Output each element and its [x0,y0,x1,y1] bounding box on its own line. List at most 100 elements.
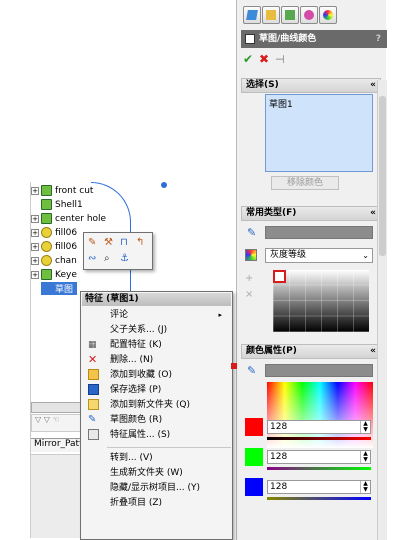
menu-item-delete[interactable]: ✕ 删除... (N) [81,354,232,366]
help-icon[interactable]: ? [376,30,381,48]
value-text: 128 [270,452,288,462]
anchor-icon[interactable]: ⚓ [120,253,129,264]
menu-item-label: 添加到新文件夹 (Q) [110,400,190,410]
expand-icon[interactable]: + [31,270,39,279]
fillet-icon [41,227,52,238]
menu-item-label: 配置特征 (K) [110,340,162,350]
tree-filter-bar[interactable]: ▽ ▽ ☜ [31,414,83,432]
scrollbar-thumb[interactable] [379,96,386,256]
menu-item-add-favorite[interactable]: 添加到收藏 (O) [81,369,232,381]
selected-swatch[interactable] [273,270,286,283]
menu-item-create-folder[interactable]: 生成新文件夹 (W) [81,467,232,479]
tree-item[interactable]: + center hole [31,212,106,225]
collapse-icon[interactable]: « [370,79,376,92]
green-value-field[interactable]: 128 ▲ ▼ [267,450,371,464]
properties-icon [88,429,99,440]
menu-item-save-selection[interactable]: 保存选择 (P) [81,384,232,396]
menu-item-parent-child[interactable]: 父子关系... (J) [81,324,232,336]
selection-header[interactable]: 选择(S) « [241,78,381,93]
blue-value-field[interactable]: 128 ▲ ▼ [267,480,371,494]
panel-scrollbar[interactable] [377,80,387,540]
chevron-down-icon[interactable]: ⌄ [362,249,369,262]
palette-icon[interactable] [245,249,257,261]
normal-to-icon[interactable]: ⊓ [120,237,128,248]
save-selection-icon [88,384,99,395]
tree-item[interactable]: Shell1 [41,198,83,211]
feature-manager-tab[interactable] [243,6,261,24]
tree-item-label: fill06 [55,241,78,252]
submenu-arrow-icon: ▸ [218,311,222,319]
expand-icon[interactable]: + [31,186,39,195]
grayscale-swatches[interactable] [273,270,369,332]
folder-icon [88,399,99,410]
fillet-icon [41,241,52,252]
add-color-icon[interactable]: + [245,273,253,284]
value-text: 128 [270,422,288,432]
property-manager-tab[interactable] [262,6,280,24]
green-slider[interactable] [267,467,371,470]
red-value-field[interactable]: 128 ▲ ▼ [267,420,371,434]
rollback-icon[interactable]: ↰ [136,237,144,248]
color-preview-swatch [265,364,373,377]
menu-item-label: 父子关系... (J) [110,325,168,335]
feature-icon [41,199,52,210]
display-manager-tab[interactable] [319,6,337,24]
eyedropper-icon[interactable]: ✎ [247,226,256,239]
menu-item-label: 删除... (N) [110,355,154,365]
tree-item-label: chan [55,255,77,266]
cancel-icon[interactable]: ✖ [259,52,269,66]
eyedropper-icon[interactable]: ✎ [247,364,256,377]
context-toolbar: ✎ ⚒ ⊓ ↰ ∾ ⌕ ⚓ [83,232,153,270]
menu-item-label: 草图颜色 (R) [110,415,163,425]
configuration-tab[interactable] [281,6,299,24]
menu-item-hide-show-tree[interactable]: 隐藏/显示树项目... (Y) [81,482,232,494]
spin-arrows-icon[interactable]: ▲ ▼ [360,451,370,463]
context-menu-title: 特征 (草图1) [82,293,231,306]
menu-item-add-new-folder[interactable]: 添加到新文件夹 (Q) [81,399,232,411]
menu-item-comment[interactable]: 评论 ▸ [81,309,232,321]
selection-list[interactable]: 草图1 [265,94,373,172]
collapse-icon[interactable]: « [370,345,376,358]
tree-scrollbar[interactable] [31,402,83,413]
common-types-header[interactable]: 常用类型(F) « [241,206,381,221]
tree-item[interactable]: + Keye [31,268,77,281]
edit-feature-icon[interactable]: ⚒ [104,237,113,248]
hide-show-icon[interactable]: ∾ [88,253,96,264]
palette-dropdown[interactable]: 灰度等级 ⌄ [265,248,373,263]
menu-separator [107,447,231,448]
blue-slider[interactable] [267,497,371,500]
section-title: 选择(S) [246,80,279,90]
spin-arrows-icon[interactable]: ▲ ▼ [360,421,370,433]
expand-icon[interactable]: + [31,214,39,223]
remove-color-button[interactable]: 移除颜色 [271,176,339,190]
tree-item-selected[interactable]: 草图 [41,282,78,295]
color-properties-header[interactable]: 颜色属性(P) « [241,344,381,359]
expand-icon[interactable]: + [31,228,39,237]
dimxpert-tab[interactable] [300,6,318,24]
pushpin-icon[interactable]: ⊣ [275,53,285,66]
red-slider[interactable] [267,437,371,440]
edit-sketch-icon[interactable]: ✎ [88,237,96,248]
menu-item-sketch-color[interactable]: ✎ 草图颜色 (R) [81,414,232,426]
tree-item[interactable]: + front cut [31,184,93,197]
tab-mirror[interactable]: Mirror_Patt [31,438,83,452]
menu-item-configure-feature[interactable]: ▦ 配置特征 (K) [81,339,232,351]
selected-entity[interactable]: 草图1 [269,100,293,110]
expand-icon[interactable]: + [31,242,39,251]
tree-item-label: Shell1 [55,199,83,210]
menu-item-goto[interactable]: 转到... (V) [81,452,232,464]
feature-icon [41,213,52,224]
menu-item-feature-properties[interactable]: 特征属性... (S) [81,429,232,441]
collapse-icon[interactable]: « [370,207,376,220]
tree-item[interactable]: + chan [31,254,77,267]
zoom-selection-icon[interactable]: ⌕ [104,253,110,264]
dropdown-value: 灰度等级 [270,250,307,260]
ok-icon[interactable]: ✔ [243,52,253,66]
expand-icon[interactable]: + [31,256,39,265]
remove-swatch-icon[interactable]: × [245,289,253,300]
favorite-icon [88,369,99,380]
menu-item-collapse[interactable]: 折叠项目 (Z) [81,497,232,509]
tree-item[interactable]: + fill06 [31,240,77,253]
spin-arrows-icon[interactable]: ▲ ▼ [360,481,370,493]
tree-item[interactable]: + fill06 [31,226,77,239]
